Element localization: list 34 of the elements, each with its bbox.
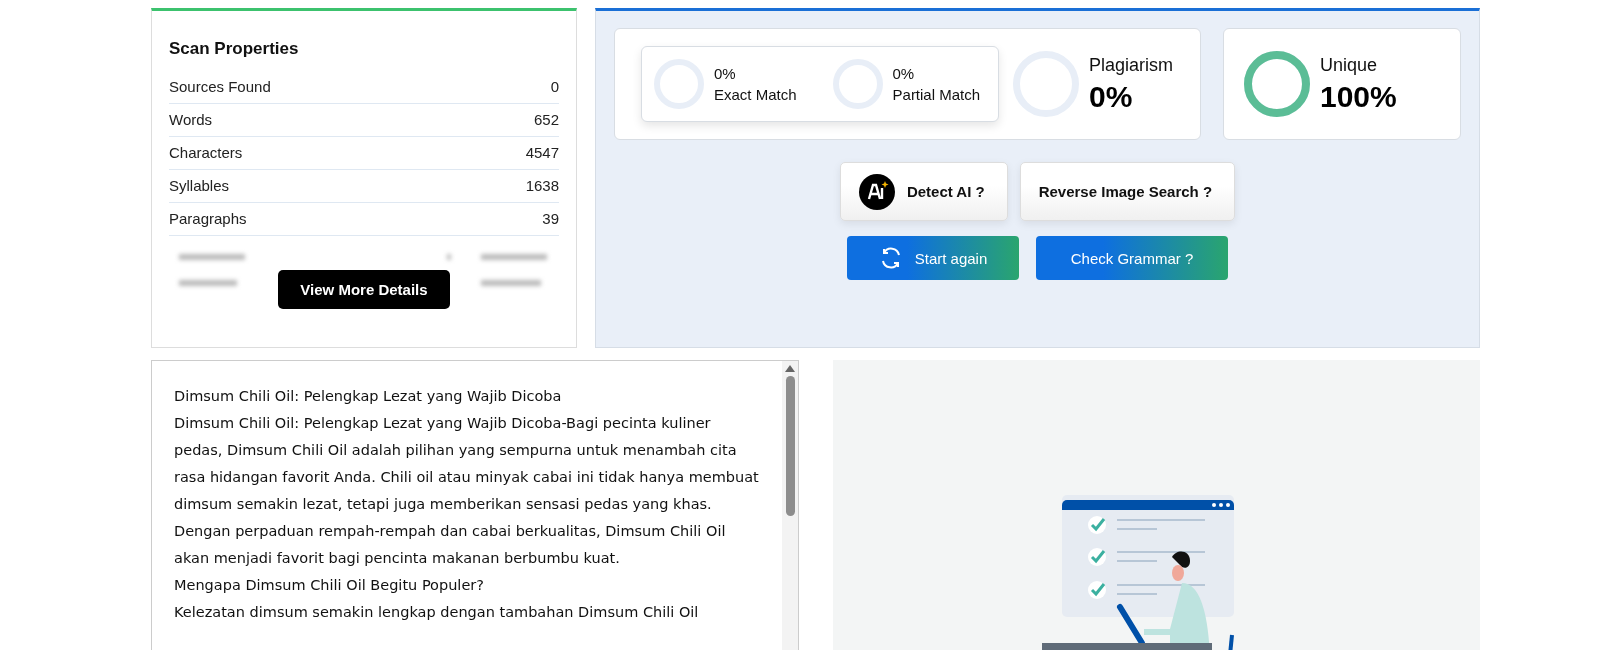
property-label: Words: [169, 111, 213, 128]
document-paragraph: Mengapa Dimsum Chili Oil Begitu Populer?: [174, 576, 485, 595]
card-title: Scan Properties: [169, 39, 300, 59]
document-text-area[interactable]: [151, 360, 799, 650]
view-more-details-button[interactable]: View More Details: [278, 270, 450, 309]
action-button[interactable]: Check Grammar ?: [1036, 236, 1228, 280]
document-paragraph: Dimsum Chili Oil: Pelengkap Lezat yang Wajib Dicoba-Bagi pecinta kuliner pedas, Dimsum Chili Oil adalah pilihan yang sempurna untuk menambah cita rasa hidangan favorit Anda. Chili oil atau minyak cabai ini tidak hanya membuat dimsum semakin lezat, tetapi juga memberikan sensasi pedas yang khas. Dengan perpaduan rempah-rempah dan cabai berkualitas, Dimsum Chili Oil akan menjadi favorit bagi pencinta makanan berbumbu kuat.: [174, 414, 760, 568]
ai-icon: [858, 173, 895, 210]
scrollbar-thumb[interactable]: [785, 376, 795, 516]
plagiarism-label: Plagiarism: [1089, 54, 1174, 76]
action-button[interactable]: Start again: [847, 236, 1019, 280]
property-label: Characters: [169, 144, 243, 161]
match-percent: 0%: [892, 65, 916, 82]
tool-button[interactable]: Reverse Image Search ?: [1019, 162, 1236, 221]
plagiarism-percent: 0%: [1089, 79, 1134, 114]
property-value: 39: [542, 210, 559, 227]
property-label: Sources Found: [169, 78, 271, 95]
property-label: Syllables: [169, 177, 230, 194]
property-value: 652: [533, 111, 559, 128]
match-label: Partial Match: [892, 86, 981, 103]
document-paragraph: Dimsum Chili Oil: Pelengkap Lezat yang Wajib Dicoba: [174, 387, 563, 406]
match-percent: 0%: [714, 65, 737, 82]
document-paragraph: Kelezatan dimsum semakin lengkap dengan tambahan Dimsum Chili Oil: [174, 603, 700, 622]
unique-label: Unique: [1320, 54, 1379, 76]
match-label: Exact Match: [714, 86, 797, 103]
scrollbar[interactable]: [782, 361, 798, 650]
property-value: 4547: [525, 144, 559, 161]
property-value: 1638: [525, 177, 559, 194]
tool-button[interactable]: Detect AI ?: [839, 162, 1008, 221]
scroll-up-icon: [785, 365, 795, 372]
property-value: 0: [550, 78, 559, 95]
property-label: Paragraphs: [169, 210, 247, 227]
ring-chart: [1244, 51, 1310, 117]
unique-percent: 100%: [1320, 79, 1397, 114]
